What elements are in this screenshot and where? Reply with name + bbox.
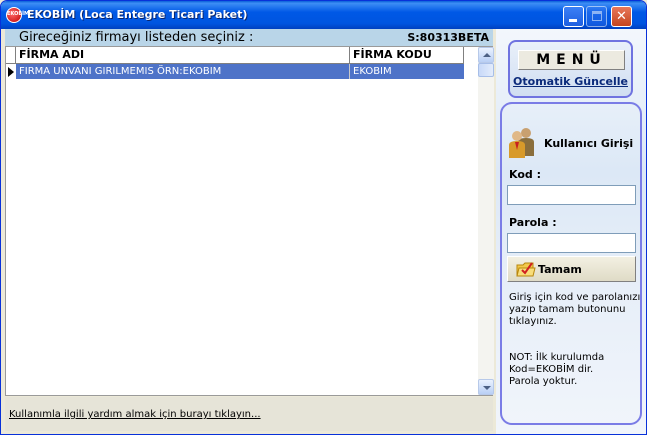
company-list-header: Gireceğiniz firmayı listeden seçiniz : S…	[5, 29, 493, 46]
company-name-cell[interactable]: FIRMA UNVANI GIRILMEMIS ÖRN:EKOBIM	[16, 64, 350, 79]
app-logo-icon[interactable]: EKOBİM	[6, 7, 29, 23]
scroll-up-button[interactable]	[478, 47, 494, 63]
kod-field[interactable]	[507, 185, 636, 205]
column-header-company-name[interactable]: FİRMA ADI	[16, 47, 350, 64]
row-indicator-header	[6, 47, 16, 64]
app-logo-text: EKOBİM	[7, 11, 29, 17]
login-panel: Kullanıcı Girişi Kod : Parola : Tamam Gi…	[500, 102, 642, 425]
check-folder-icon	[516, 262, 536, 277]
menu-box: MENÜ Otomatik Güncelle	[508, 40, 633, 98]
close-icon: ✕	[616, 9, 627, 24]
scroll-down-button[interactable]	[478, 379, 494, 395]
arrow-up-icon	[483, 53, 491, 57]
password-field[interactable]	[507, 233, 636, 253]
window-title: EKOBİM (Loca Entegre Ticari Paket)	[27, 8, 248, 21]
login-title: Kullanıcı Girişi	[544, 137, 634, 150]
menu-button[interactable]: MENÜ	[518, 50, 625, 70]
login-instructions: Giriş için kod ve parolanızı yazıp tamam…	[509, 292, 641, 327]
vertical-scrollbar[interactable]	[478, 47, 494, 395]
maximize-button[interactable]	[586, 6, 607, 27]
help-bar: Kullanımla ilgili yardım almak için bura…	[5, 397, 493, 431]
app-window: EKOBİM EKOBİM (Loca Entegre Ticari Paket…	[0, 0, 647, 435]
company-code-cell[interactable]: EKOBIM	[350, 64, 464, 79]
parola-label: Parola :	[509, 216, 557, 229]
title-bar[interactable]: EKOBİM EKOBİM (Loca Entegre Ticari Paket…	[1, 1, 646, 29]
close-button[interactable]: ✕	[611, 6, 632, 27]
version-label: S:80313BETA	[407, 31, 489, 44]
company-list-title: Gireceğiniz firmayı listeden seçiniz :	[19, 30, 254, 45]
users-icon	[509, 128, 534, 158]
ok-button-label: Tamam	[538, 263, 582, 276]
help-link[interactable]: Kullanımla ilgili yardım almak için bura…	[9, 409, 261, 420]
table-row[interactable]: FIRMA UNVANI GIRILMEMIS ÖRN:EKOBIM EKOBI…	[16, 64, 464, 79]
minimize-button[interactable]	[563, 6, 584, 27]
ok-button[interactable]: Tamam	[507, 256, 636, 282]
maximize-icon	[592, 11, 602, 21]
company-grid[interactable]: FİRMA ADI FİRMA KODU FIRMA UNVANI GIRILM…	[5, 46, 494, 396]
auto-update-link[interactable]: Otomatik Güncelle	[510, 75, 631, 88]
current-row-indicator-icon	[8, 67, 14, 77]
arrow-down-icon	[483, 386, 491, 390]
minimize-icon	[569, 19, 577, 22]
scroll-thumb[interactable]	[478, 63, 494, 77]
kod-label: Kod :	[509, 168, 541, 181]
right-panel: MENÜ Otomatik Güncelle Kullanıcı Girişi …	[496, 29, 646, 434]
login-note: NOT: İlk kurulumda Kod=EKOBİM dir. Parol…	[509, 352, 605, 387]
column-header-company-code[interactable]: FİRMA KODU	[350, 47, 464, 64]
